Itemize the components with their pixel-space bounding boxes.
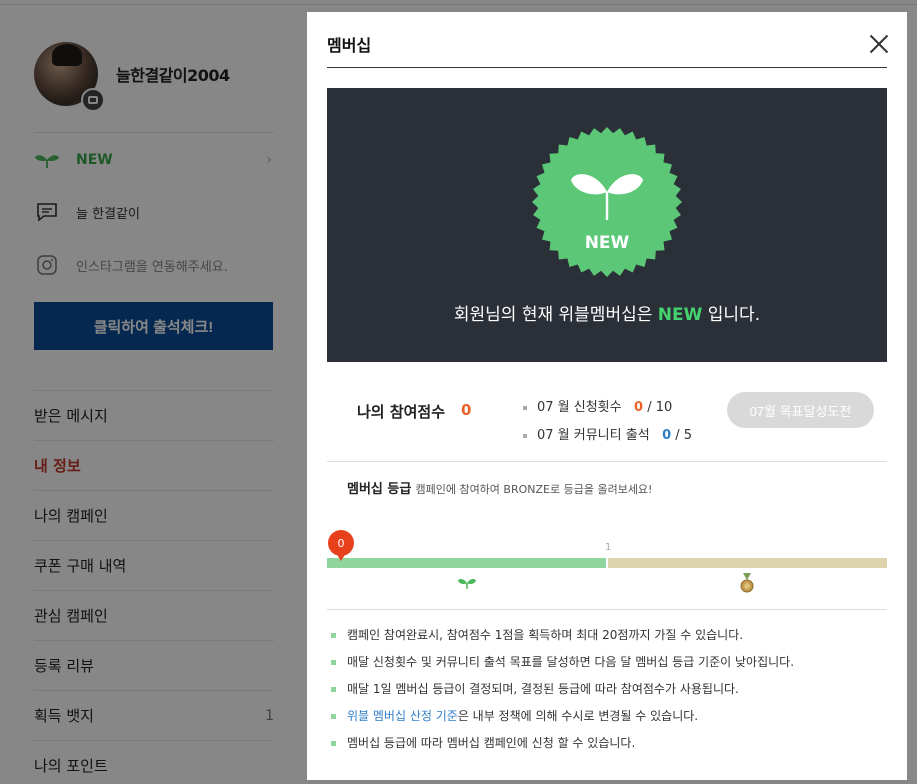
- new-grade-badge: NEW: [531, 126, 683, 278]
- section-divider: [327, 461, 887, 462]
- progress-marker: 0: [327, 530, 355, 564]
- goal-challenge-button[interactable]: 07월 목표달성도전: [727, 392, 874, 428]
- modal-title: 멤버십: [327, 36, 372, 55]
- close-icon[interactable]: [867, 32, 891, 56]
- membership-modal: 멤버십 NEW 회원님의 현재 위블멤버십은 NEW 입니다. 나의 참여점수 …: [307, 12, 907, 780]
- progress-current: 0: [338, 537, 345, 550]
- membership-hero: NEW 회원님의 현재 위블멤버십은 NEW 입니다.: [327, 88, 887, 362]
- score-section: 나의 참여점수 0 07 월 신청횟수 0 / 10 07 월 커뮤니티 출석 …: [327, 388, 887, 448]
- list-item: 멤버십 등급에 따라 멤버십 캠페인에 신청 할 수 있습니다.: [327, 730, 887, 757]
- list-item: 매달 1일 멤버십 등급이 결정되며, 결정된 등급에 따라 참여점수가 사용됩…: [327, 676, 887, 703]
- hero-grade: NEW: [657, 305, 703, 325]
- membership-notes: 캠페인 참여완료시, 참여점수 1점을 획득하며 최대 20점까지 가질 수 있…: [327, 622, 887, 757]
- stat-community-attendance: 07 월 커뮤니티 출석 0 / 5: [523, 424, 692, 443]
- score-value: 0: [461, 401, 472, 419]
- sprout-icon: [457, 575, 477, 589]
- section-divider: [327, 609, 887, 610]
- list-item: 위블 멤버십 산정 기준은 내부 정책에 의해 수시로 변경될 수 있습니다.: [327, 703, 887, 730]
- grade-progress-bar: [327, 558, 887, 568]
- title-divider: [327, 67, 887, 68]
- bronze-medal-icon: [739, 573, 755, 593]
- progress-fill: [327, 558, 606, 568]
- hero-prefix: 회원님의 현재 위블멤버십은: [453, 305, 653, 325]
- hero-suffix: 입니다.: [707, 305, 761, 325]
- progress-remaining: [608, 558, 887, 568]
- progress-step-label: 1: [605, 542, 612, 553]
- hero-message: 회원님의 현재 위블멤버십은 NEW 입니다.: [327, 300, 887, 325]
- list-item: 캠페인 참여완료시, 참여점수 1점을 획득하며 최대 20점까지 가질 수 있…: [327, 622, 887, 649]
- score-label: 나의 참여점수: [357, 403, 446, 421]
- list-item: 매달 신청횟수 및 커뮤니티 출석 목표를 달성하면 다음 달 멤버십 등급 기…: [327, 649, 887, 676]
- stat-apply-count: 07 월 신청횟수 0 / 10: [523, 396, 672, 415]
- grade-title: 멤버십 등급 캠페인에 참여하여 BRONZE로 등급을 올려보세요!: [347, 482, 653, 497]
- membership-criteria-link[interactable]: 위블 멤버십 산정 기준: [347, 709, 458, 723]
- badge-label: NEW: [585, 233, 630, 253]
